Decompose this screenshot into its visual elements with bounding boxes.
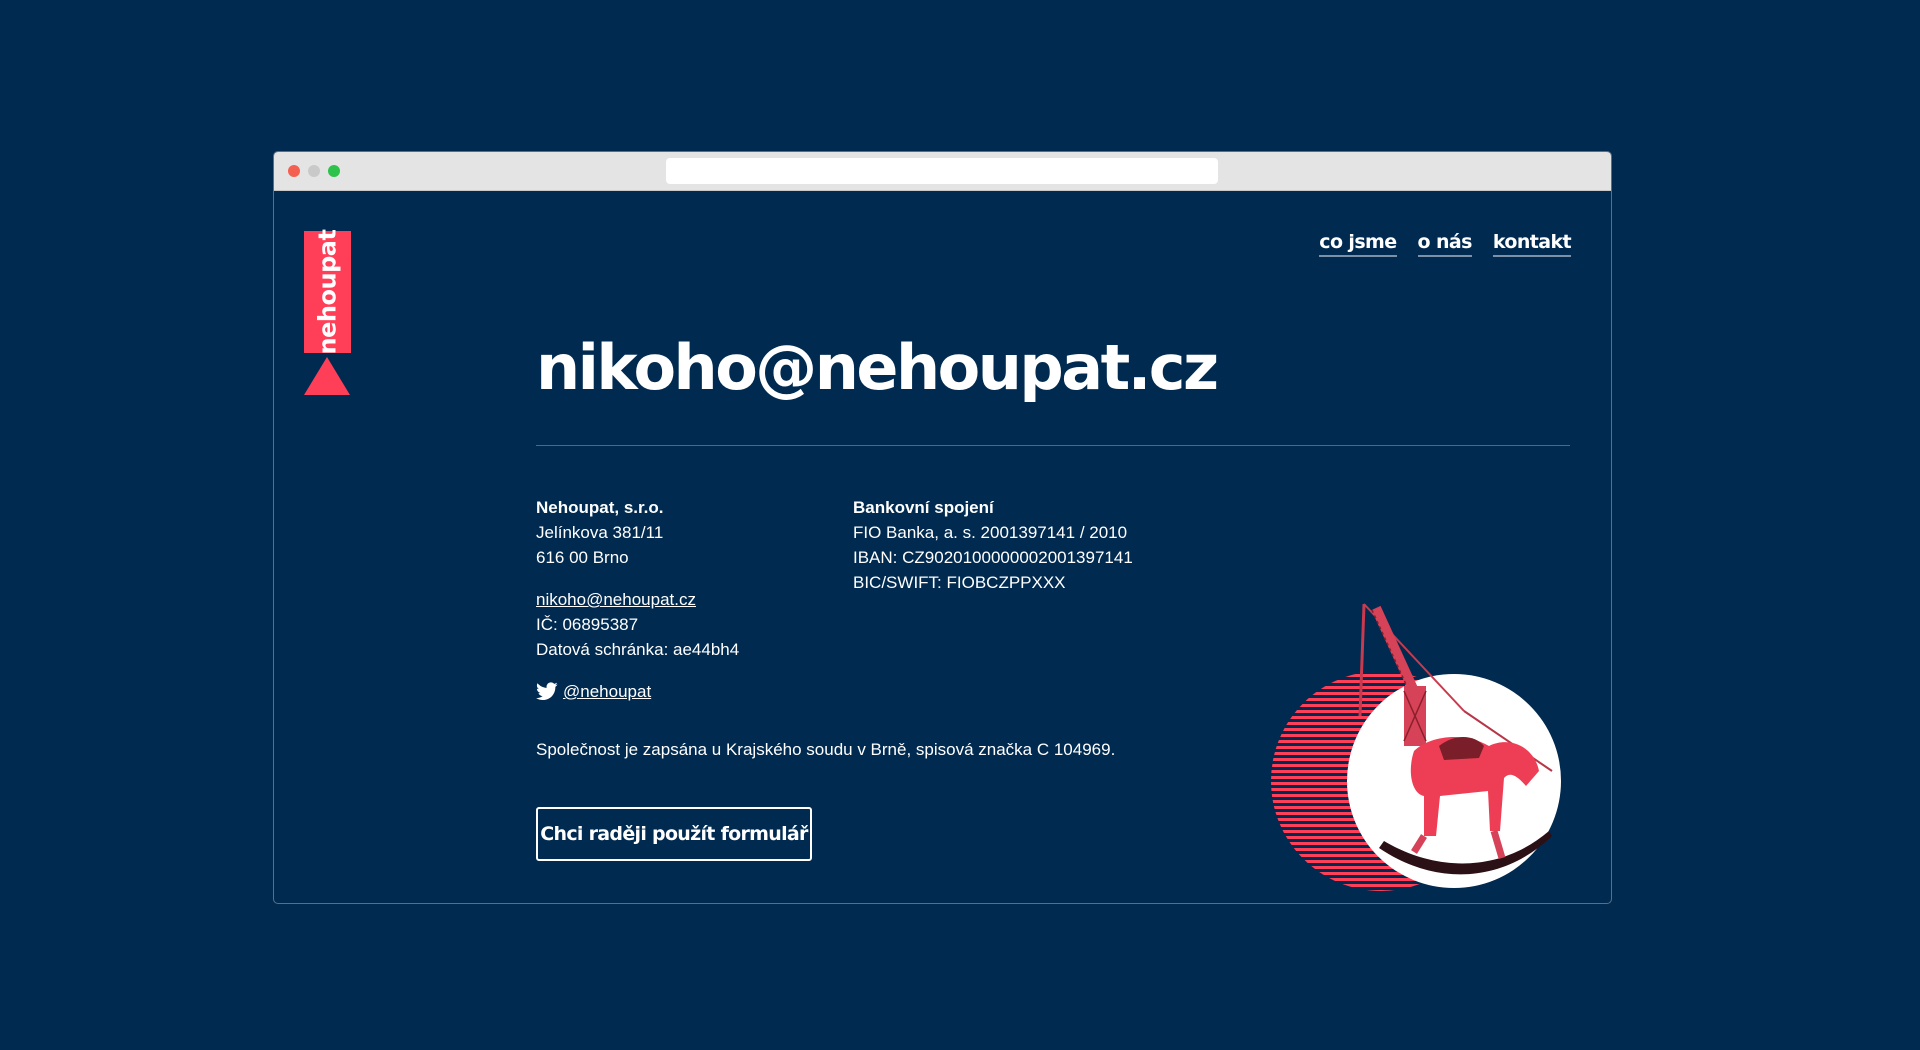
browser-titlebar (274, 152, 1611, 191)
page-title-email[interactable]: nikoho@nehoupat.cz (536, 337, 1219, 399)
main-nav: co jsme o nás kontakt (1319, 231, 1572, 257)
logo-text-wrap: nehoupat (304, 229, 351, 355)
twitter-link[interactable]: @nehoupat (563, 679, 651, 704)
twitter-bird-icon[interactable] (536, 682, 558, 701)
bank-bic: BIC/SWIFT: FIOBCZPPXXX (853, 573, 1066, 592)
logo-triangle-icon (304, 357, 350, 395)
use-form-button[interactable]: Chci raději použít formulář (536, 807, 812, 861)
nav-item-o-nas[interactable]: o nás (1417, 231, 1472, 257)
maximize-window-button[interactable] (328, 165, 340, 177)
title-divider (536, 445, 1570, 446)
bank-info: Bankovní spojení FIO Banka, a. s. 200139… (853, 495, 1133, 595)
nav-item-kontakt[interactable]: kontakt (1492, 231, 1572, 257)
twitter-row: @nehoupat (536, 679, 739, 704)
company-info: Nehoupat, s.r.o. Jelínkova 381/11 616 00… (536, 495, 739, 704)
rocking-horse-crane-illustration (1271, 603, 1561, 891)
company-datova-schranka: Datová schránka: ae44bh4 (536, 640, 740, 659)
contact-page: nehoupat co jsme o nás kontakt nikoho@ne… (274, 191, 1611, 903)
address-bar[interactable] (666, 158, 1218, 184)
bank-account: FIO Banka, a. s. 2001397141 / 2010 (853, 523, 1128, 542)
email-link[interactable]: nikoho@nehoupat.cz (536, 587, 739, 612)
bank-title: Bankovní spojení (853, 498, 994, 517)
minimize-window-button[interactable] (308, 165, 320, 177)
bank-iban: IBAN: CZ9020100000002001397141 (853, 548, 1133, 567)
close-window-button[interactable] (288, 165, 300, 177)
company-city: 616 00 Brno (536, 548, 629, 567)
company-street: Jelínkova 381/11 (536, 523, 664, 542)
logo-text: nehoupat (313, 229, 342, 355)
logo[interactable]: nehoupat (304, 229, 352, 395)
company-ic: IČ: 06895387 (536, 615, 639, 634)
browser-window: nehoupat co jsme o nás kontakt nikoho@ne… (273, 151, 1612, 904)
company-name: Nehoupat, s.r.o. (536, 498, 664, 517)
registration-text: Společnost je zapsána u Krajského soudu … (536, 740, 1116, 759)
nav-item-co-jsme[interactable]: co jsme (1319, 231, 1397, 257)
